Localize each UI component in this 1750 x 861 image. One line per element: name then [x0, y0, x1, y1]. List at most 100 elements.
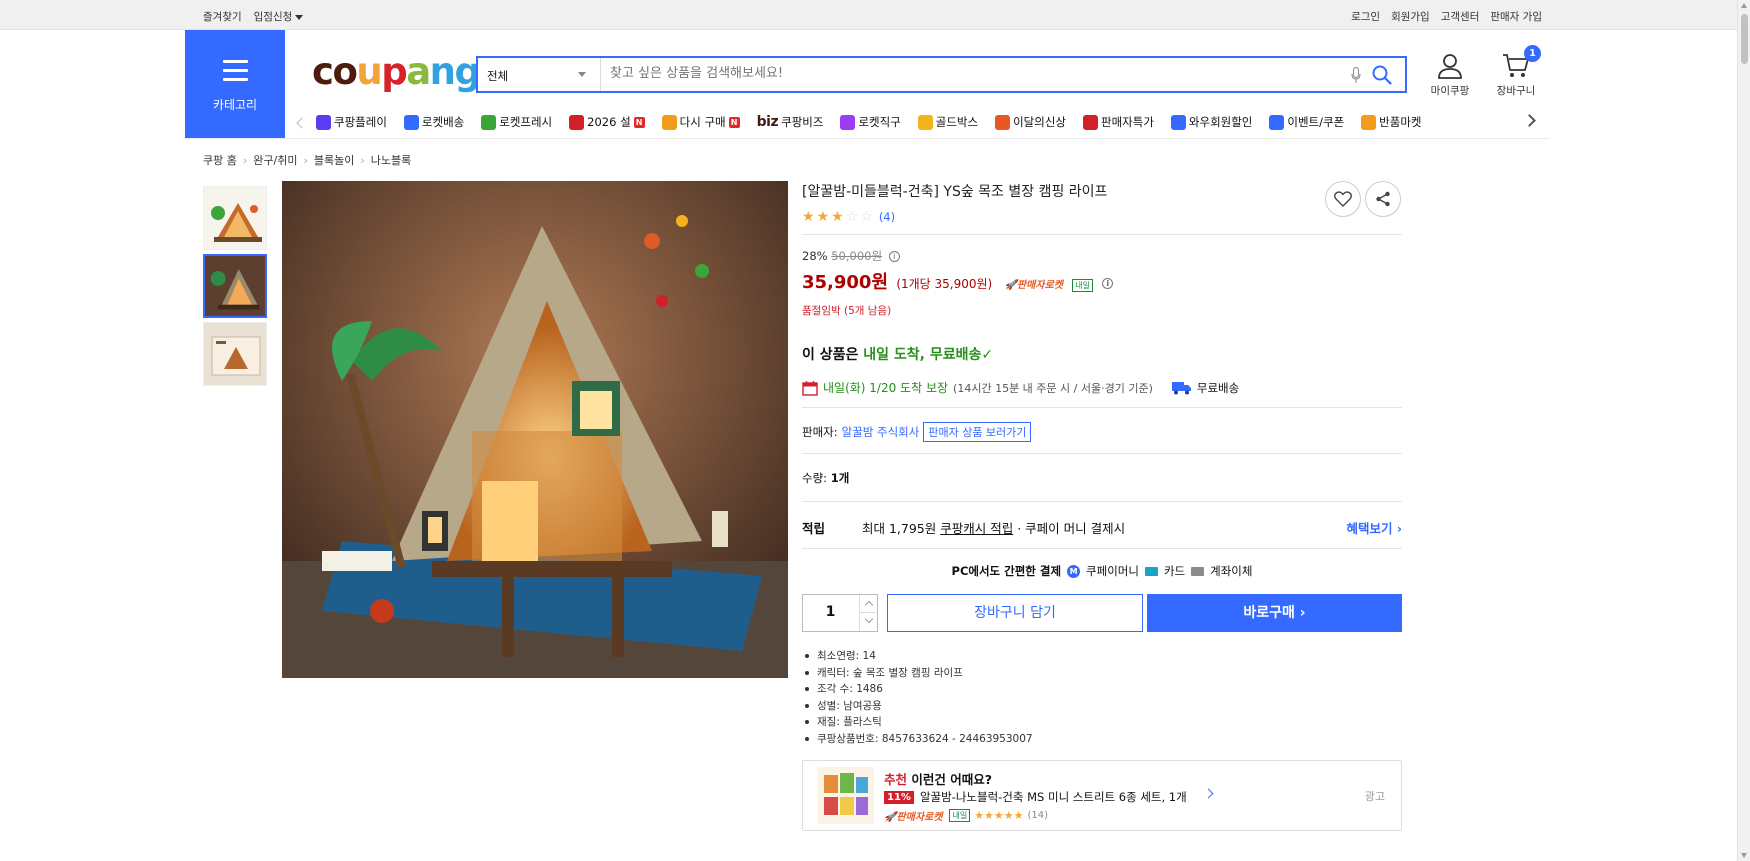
nav-item-label: 쿠팡비즈: [781, 115, 824, 129]
buy-now-label: 바로구매: [1243, 605, 1295, 621]
cart-count-badge: 1: [1524, 45, 1541, 62]
decrement-chevron-icon[interactable]: [859, 613, 878, 631]
bank-transfer-icon: [1191, 566, 1205, 576]
recommendation-card[interactable]: 추천 이런건 어때요? 11% 알꿀밤-나노블럭-건축 MS 미니 스트리트 6…: [802, 760, 1402, 831]
thumbnail-2-selected[interactable]: [203, 254, 267, 318]
reward-condition: · 쿠페이 머니 결제시: [1017, 521, 1126, 536]
quantity-label: 수량:: [802, 471, 828, 485]
thumbnail-1[interactable]: [203, 186, 267, 250]
vendor-signup-link[interactable]: 입점신청: [254, 9, 304, 24]
chevron-right-icon[interactable]: [1203, 788, 1214, 799]
nav-item-4[interactable]: 다시 구매 N: [661, 114, 740, 130]
user-icon: [1438, 54, 1462, 79]
nav-item-1[interactable]: 로켓배송: [403, 114, 464, 130]
nav-item-label: 로켓직구: [858, 115, 901, 129]
seller-signup-link[interactable]: 판매자 가입: [1490, 9, 1542, 24]
nav-item-0[interactable]: 쿠팡플레이: [316, 114, 387, 130]
seller-name-link[interactable]: 알꿀밤 주식회사: [842, 424, 920, 440]
quantity-row: 수량: 1개: [802, 470, 849, 486]
info-icon[interactable]: i: [1102, 277, 1114, 289]
nav-item-6[interactable]: 로켓직구: [840, 114, 901, 130]
nav-item-label: 로켓프레시: [499, 115, 553, 129]
nav-item-3[interactable]: 2026 설N: [569, 114, 645, 130]
product-info: [알꿀밤-미들블럭-건축] YS숲 목조 별장 캠핑 라이프 ★ ★ ★ ☆ ☆…: [802, 181, 1402, 235]
rocket-icon: [403, 114, 419, 130]
category-label: 카테고리: [212, 98, 258, 112]
price-row: 35,900원 (1개당 35,900원) 🚀판매자로켓 내일 i: [802, 268, 1402, 294]
category-menu-button[interactable]: 카테고리: [185, 30, 285, 138]
search-category-select[interactable]: 전체: [478, 58, 601, 91]
info-icon[interactable]: i: [888, 251, 900, 262]
recommendation-product[interactable]: 11% 알꿀밤-나노블럭-건축 MS 미니 스트리트 6종 세트, 1개: [884, 789, 1187, 805]
increment-chevron-icon[interactable]: [859, 595, 878, 613]
discount-rate: 28%: [802, 249, 828, 263]
my-coupang-button[interactable]: 마이쿠팡: [1426, 52, 1474, 98]
cart-button[interactable]: 1 장바구니: [1492, 45, 1541, 98]
nav-item-8[interactable]: 이달의신상: [995, 114, 1066, 130]
goldbox-icon: [917, 114, 933, 130]
breadcrumb-toys[interactable]: 완구/취미: [253, 152, 297, 168]
share-button[interactable]: [1365, 181, 1401, 217]
login-link[interactable]: 로그인: [1351, 9, 1380, 24]
coupang-logo[interactable]: coupang: [312, 50, 481, 93]
nav-item-5[interactable]: biz 쿠팡비즈: [757, 114, 824, 130]
delivery-row: 내일(화) 1/20 도착 보장 (14시간 15분 내 주문 시 / 서울⋅경…: [802, 379, 1239, 396]
wishlist-button[interactable]: [1325, 181, 1361, 217]
seller-rocket-badge: 🚀판매자로켓: [884, 812, 943, 823]
rating[interactable]: ★ ★ ★ ☆ ☆ (4): [802, 210, 1402, 224]
gift-icon: [569, 114, 585, 130]
star-rating-icon: ★★★★★: [974, 809, 1024, 822]
search-icon[interactable]: [1371, 64, 1393, 86]
nav-item-11[interactable]: 이벤트/쿠폰: [1269, 114, 1344, 130]
nav-item-label: 판매자특가: [1101, 115, 1154, 129]
nav-item-2[interactable]: 로켓프레시: [481, 114, 552, 130]
check-icon: ✓: [981, 347, 994, 363]
recommendation-title: 추천 이런건 어때요?: [884, 769, 992, 788]
quantity-input[interactable]: 1: [803, 604, 858, 620]
quantity-stepper[interactable]: 1: [802, 594, 878, 632]
nav-item-9[interactable]: 판매자특가: [1083, 114, 1154, 130]
repurchase-icon: [661, 114, 677, 130]
microphone-icon[interactable]: [1351, 67, 1361, 84]
coupang-cash-link[interactable]: 쿠팡캐시 적립: [940, 521, 1013, 536]
wow-icon: [1170, 114, 1186, 130]
divider: [802, 548, 1402, 549]
review-count[interactable]: (4): [879, 210, 895, 224]
recommendation-rating: 🚀판매자로켓 내일 ★★★★★ (14): [884, 808, 1048, 823]
product-main-image[interactable]: [282, 181, 788, 678]
buy-now-button[interactable]: 바로구매 ›: [1147, 594, 1402, 632]
reward-amount: 최대 1,795원: [862, 521, 937, 536]
pay-method-coupay: 쿠페이머니: [1086, 564, 1139, 578]
scroll-down-arrow-icon[interactable]: [1741, 853, 1747, 858]
nav-item-7[interactable]: 골드박스: [917, 114, 978, 130]
seller-row: 판매자: 알꿀밤 주식회사 판매자 상품 보러가기: [802, 422, 1032, 442]
favorites-link[interactable]: 즐겨찾기: [203, 9, 242, 24]
scrollbar-thumb[interactable]: [1741, 14, 1748, 64]
cart-label: 장바구니: [1496, 85, 1536, 97]
reward-text: 최대 1,795원 쿠팡캐시 적립 · 쿠페이 머니 결제시: [862, 518, 1125, 537]
nav-item-12[interactable]: 반품마켓: [1361, 114, 1422, 130]
recommendation-image[interactable]: [818, 767, 874, 824]
page-scrollbar[interactable]: [1737, 0, 1750, 861]
search-input[interactable]: [610, 66, 1310, 81]
product-title: [알꿀밤-미들블럭-건축] YS숲 목조 별장 캠핑 라이프: [802, 184, 1108, 200]
breadcrumb-blocks[interactable]: 블록놀이: [314, 152, 354, 168]
benefits-link[interactable]: 혜택보기 ›: [1346, 518, 1402, 537]
new-icon: [995, 114, 1011, 130]
add-to-cart-button[interactable]: 장바구니 담기: [887, 594, 1143, 632]
signup-link[interactable]: 회원가입: [1391, 9, 1430, 24]
seller-rocket-badge: 🚀판매자로켓: [1004, 280, 1063, 291]
nav-item-10[interactable]: 와우회원할인: [1170, 114, 1252, 130]
breadcrumb-nanoblock[interactable]: 나노블록: [371, 152, 411, 168]
spec-item: 재질: 플라스틱: [803, 714, 1033, 731]
spec-item: 성별: 남여공용: [803, 698, 1033, 715]
scroll-up-arrow-icon[interactable]: [1741, 3, 1747, 8]
hamburger-icon: [223, 60, 248, 87]
nav-item-label: 쿠팡플레이: [334, 115, 387, 129]
customer-center-link[interactable]: 고객센터: [1441, 9, 1480, 24]
breadcrumb-separator-icon: ›: [360, 153, 365, 167]
seller-products-link[interactable]: 판매자 상품 보러가기: [923, 422, 1032, 442]
seller-label: 판매자:: [802, 425, 838, 439]
thumbnail-3[interactable]: [203, 322, 267, 386]
breadcrumb-home[interactable]: 쿠팡 홈: [203, 152, 237, 168]
